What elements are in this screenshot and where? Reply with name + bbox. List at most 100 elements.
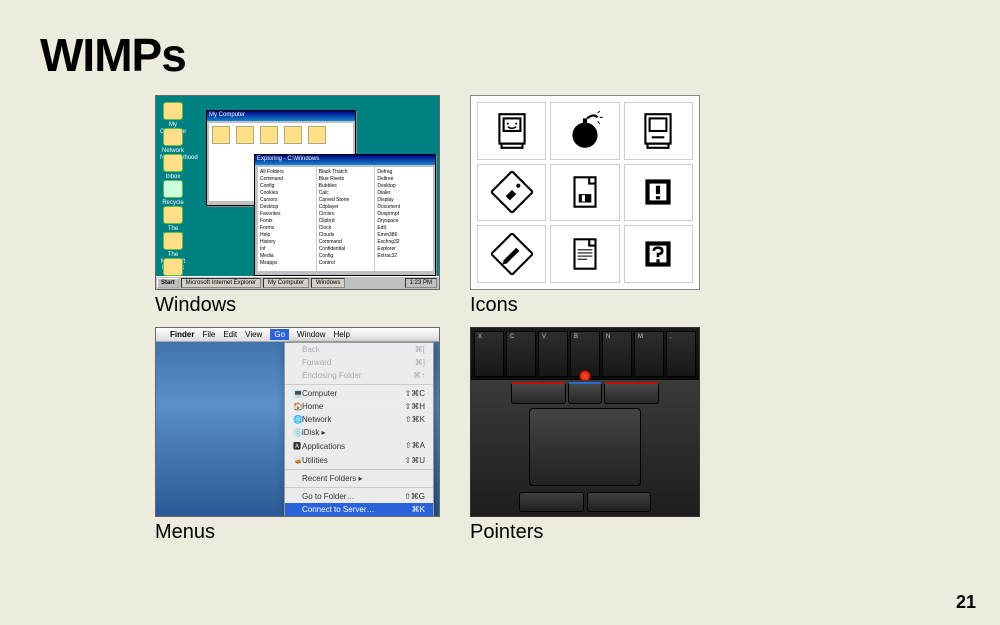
disk-question-icon [624, 225, 693, 283]
list-item: Fonts [260, 217, 314, 224]
list-item: Favorites [260, 210, 314, 217]
happy-mac-icon [477, 102, 546, 160]
list-item: Explorer [377, 245, 431, 252]
list-item: Media [260, 252, 314, 259]
right-button [587, 492, 652, 512]
paint-hand-icon [477, 164, 546, 222]
left-button [519, 492, 584, 512]
go-menu-dropdown: Back⌘[Forward⌘]Enclosing Folder⌘↑💻Comput… [284, 342, 434, 517]
taskbar-item: Microsoft Internet Explorer [181, 278, 261, 288]
pointers-screenshot: XCVBNM, [470, 327, 700, 517]
list-item: Config [260, 182, 314, 189]
list-item: Dosprmpt [377, 210, 431, 217]
taskbar-clock: 1:23 PM [405, 278, 437, 288]
window-titlebar: My Computer [207, 111, 355, 121]
app-name: Finder [170, 330, 194, 339]
list-item: Display [377, 196, 431, 203]
keyboard-key: V [538, 331, 568, 377]
desktop-icon: Inbox [160, 154, 186, 181]
panel-icons: Icons [470, 95, 700, 317]
list-item: Desktop [377, 182, 431, 189]
list-item: Black Thatch [319, 168, 373, 175]
list-item: Command [260, 175, 314, 182]
windows-screenshot: My ComputerNetwork NeighborhoodInboxRecy… [155, 95, 440, 290]
list-item: Desktop [260, 203, 314, 210]
list-item: Confidential [319, 245, 373, 252]
caption-windows: Windows [155, 294, 440, 317]
menu-item-recent-folders: Recent Folders ▸ [285, 472, 433, 485]
mouse-buttons-top [511, 382, 659, 404]
list-item: Config [319, 252, 373, 259]
disk-exclaim-icon [624, 164, 693, 222]
folder-icon [260, 126, 278, 144]
list-item: Edit [377, 224, 431, 231]
folder-icon [212, 126, 230, 144]
list-item: Clouds [319, 231, 373, 238]
caption-menus: Menus [155, 521, 440, 544]
taskbar-item: Windows [311, 278, 345, 288]
list-item: Inf [260, 245, 314, 252]
menu-item-utilities: 🥃Utilities⇧⌘U [285, 454, 433, 467]
wimp-grid: My ComputerNetwork NeighborhoodInboxRecy… [155, 95, 700, 544]
list-item: All Folders [260, 168, 314, 175]
write-hand-icon [477, 225, 546, 283]
menu-item-idisk: 💿iDisk ▸ [285, 426, 433, 439]
window-titlebar: Exploring - C:\Windows [255, 155, 435, 165]
list-item: Extrac32 [377, 252, 431, 259]
menu-separator [285, 487, 433, 488]
menu-help: Help [333, 330, 349, 339]
list-item: Exchng32 [377, 238, 431, 245]
menus-screenshot: Finder File Edit View Go Window Help Back⌘[For… [155, 327, 440, 517]
list-item: Forms [260, 224, 314, 231]
left-button [511, 382, 566, 404]
list-item: Deltree [377, 175, 431, 182]
menu-separator [285, 384, 433, 385]
bomb-icon [550, 102, 619, 160]
list-item: Circles [319, 210, 373, 217]
page-number: 21 [956, 592, 976, 613]
menu-item-back: Back⌘[ [285, 343, 433, 356]
list-item: Control [319, 259, 373, 266]
mac-classic-icon [624, 102, 693, 160]
list-item: Dryspace [377, 217, 431, 224]
list-item: Dialer [377, 189, 431, 196]
keyboard-key: C [506, 331, 536, 377]
keyboard-key: X [474, 331, 504, 377]
folder-icon [236, 126, 254, 144]
list-item: History [260, 238, 314, 245]
list-item: Carved Stone [319, 196, 373, 203]
keyboard-key: N [602, 331, 632, 377]
list-item: Msapps [260, 259, 314, 266]
list-item: Cdplayer [319, 203, 373, 210]
list-item: Calc [319, 189, 373, 196]
right-button [604, 382, 659, 404]
folder-icon [284, 126, 302, 144]
caption-icons: Icons [470, 294, 700, 317]
slide-title: WIMPs [40, 28, 186, 82]
menu-edit: Edit [223, 330, 237, 339]
menu-item-go-to-folder-: Go to Folder…⇧⌘G [285, 490, 433, 503]
menu-window: Window [297, 330, 325, 339]
list-item: Bubbles [319, 182, 373, 189]
keyboard-key: M [634, 331, 664, 377]
list-item: Document [377, 203, 431, 210]
menu-view: View [245, 330, 262, 339]
touchpad [529, 408, 641, 486]
folder-icon [308, 126, 326, 144]
list-item: Defrag [377, 168, 431, 175]
icons-screenshot [470, 95, 700, 290]
menu-go: Go [270, 329, 289, 340]
text-page-icon [550, 225, 619, 283]
list-item: Clipbrd [319, 217, 373, 224]
panel-windows: My ComputerNetwork NeighborhoodInboxRecy… [155, 95, 440, 317]
taskbar-item: My Computer [263, 278, 309, 288]
menu-item-connect-to-server-: Connect to Server…⌘K [285, 503, 433, 516]
menu-item-computer: 💻Computer⇧⌘C [285, 387, 433, 400]
menu-item-home: 🏠Home⇧⌘H [285, 400, 433, 413]
menu-item-enclosing-folder: Enclosing Folder⌘↑ [285, 369, 433, 382]
taskbar: Start Microsoft Internet ExplorerMy Comp… [156, 276, 439, 289]
keyboard-key: , [666, 331, 696, 377]
middle-button [568, 382, 602, 404]
menu-file: File [202, 330, 215, 339]
palmrest [471, 380, 699, 516]
